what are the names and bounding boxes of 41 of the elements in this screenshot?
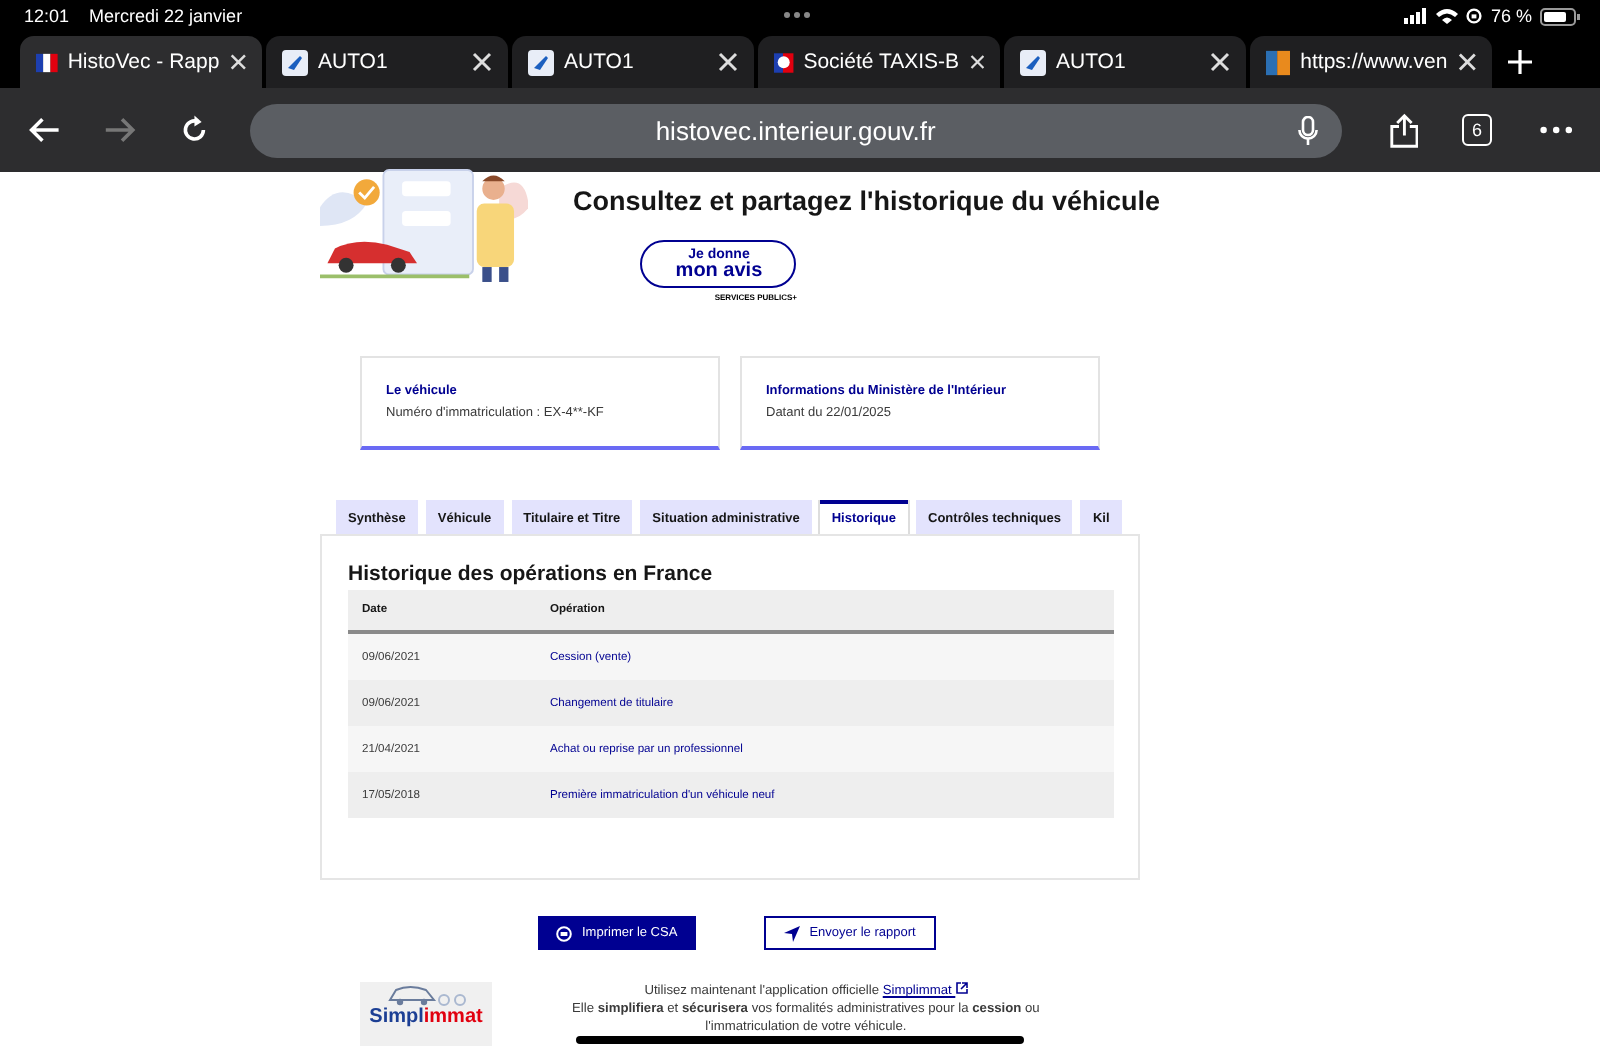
close-icon[interactable] [1457, 52, 1476, 72]
more-icon[interactable] [1539, 126, 1573, 134]
page-title: Consultez et partagez l'historique du véhicule [572, 186, 1160, 216]
browser-tab[interactable]: Société TAXIS-B [758, 36, 1000, 88]
lock-rotation-icon [1466, 8, 1483, 24]
browser-tab[interactable]: AUTO1 [266, 36, 508, 88]
battery-icon [1540, 7, 1580, 25]
app-favicon-icon [528, 49, 554, 75]
section-title: Historique des opérations en France [348, 562, 715, 586]
reload-icon[interactable] [180, 114, 210, 146]
back-icon[interactable] [28, 116, 61, 144]
close-icon[interactable] [969, 52, 984, 72]
browser-tab[interactable]: HistoVec - Rapp [20, 36, 262, 88]
address-bar[interactable]: histovec.interieur.gouv.fr [249, 103, 1342, 157]
browser-tab[interactable]: AUTO1 [1004, 36, 1246, 88]
send-icon [783, 925, 800, 941]
close-icon[interactable] [718, 52, 738, 72]
app-favicon-icon [1020, 49, 1046, 75]
close-icon[interactable] [1210, 52, 1230, 72]
battery-percent: 76 % [1490, 6, 1532, 26]
status-date: Mercredi 22 janvier [89, 6, 243, 26]
forward-icon[interactable] [104, 116, 137, 144]
share-icon[interactable] [1389, 111, 1419, 149]
marianne-icon [774, 49, 794, 75]
flag-icon [36, 51, 58, 73]
close-icon[interactable] [472, 52, 492, 72]
browser-tab[interactable]: AUTO1 [512, 36, 754, 88]
status-time: 12:01 [24, 6, 70, 26]
signal-icon [1404, 8, 1429, 24]
wifi-icon [1436, 8, 1459, 24]
app-favicon-icon [282, 49, 308, 75]
close-icon[interactable] [229, 52, 246, 72]
favicon-icon [1266, 49, 1291, 75]
external-link-icon [955, 982, 968, 994]
multitask-icon[interactable] [784, 12, 810, 18]
simplimmat-logo: Simplimmat [360, 982, 492, 1046]
tab-count-button[interactable]: 6 [1462, 114, 1492, 146]
microphone-icon[interactable] [1297, 115, 1318, 145]
new-tab-icon[interactable] [1508, 50, 1532, 74]
printer-icon [556, 925, 572, 941]
browser-tab[interactable]: https://www.ven [1250, 36, 1492, 88]
